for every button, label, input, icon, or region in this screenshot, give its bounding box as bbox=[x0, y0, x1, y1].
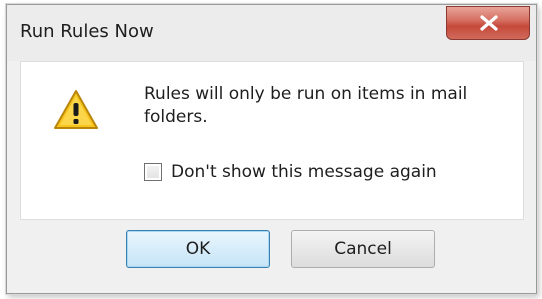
title-bar[interactable]: Run Rules Now bbox=[7, 5, 536, 61]
dont-show-again-label[interactable]: Don't show this message again bbox=[171, 162, 437, 182]
dont-show-again-checkbox-row[interactable]: Don't show this message again bbox=[144, 162, 437, 182]
dont-show-again-checkbox[interactable] bbox=[144, 163, 162, 181]
dialog-content: Rules will only be run on items in mail … bbox=[20, 61, 524, 220]
dialog-title: Run Rules Now bbox=[20, 21, 154, 42]
run-rules-dialog: Run Rules Now Rules will only be run on … bbox=[6, 4, 537, 294]
dialog-message: Rules will only be run on items in mail … bbox=[144, 84, 468, 127]
warning-icon bbox=[54, 90, 98, 129]
ok-button[interactable]: OK bbox=[126, 230, 270, 268]
cancel-button[interactable]: Cancel bbox=[291, 230, 435, 268]
close-button[interactable] bbox=[446, 6, 530, 40]
close-icon bbox=[480, 15, 498, 31]
